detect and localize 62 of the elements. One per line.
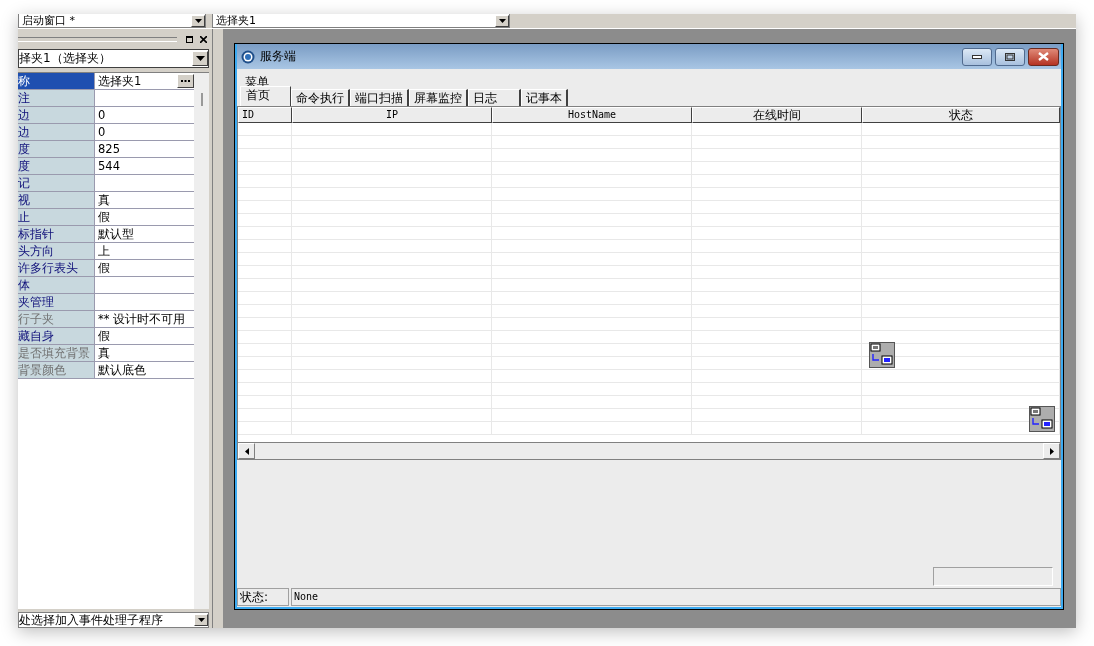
property-name[interactable]: 体 — [18, 277, 95, 293]
property-name[interactable]: 许多行表头 — [18, 260, 95, 276]
app-icon — [241, 49, 255, 64]
property-value[interactable]: 825 — [98, 141, 194, 157]
property-name[interactable]: 边 — [18, 107, 95, 123]
column-header[interactable]: ID — [238, 107, 292, 123]
property-name[interactable]: 夹管理 — [18, 294, 95, 310]
property-name[interactable]: 边 — [18, 124, 95, 140]
column-header[interactable]: 在线时间 — [692, 107, 862, 123]
tab[interactable]: 屏幕监控 — [409, 89, 468, 106]
column-header[interactable]: 状态 — [862, 107, 1060, 123]
maximize-icon — [1005, 52, 1015, 61]
property-name[interactable]: 藏自身 — [18, 328, 95, 344]
tab[interactable]: 日志 — [468, 89, 521, 106]
status-value: None — [291, 588, 1061, 606]
property-value[interactable]: 默认型 — [98, 226, 194, 242]
network-computers-icon — [869, 342, 895, 368]
window-title: 服务端 — [260, 48, 297, 65]
tab[interactable]: 记事本 — [521, 89, 568, 106]
property-value[interactable]: 假 — [98, 328, 194, 344]
close-icon — [1038, 52, 1049, 61]
column-header[interactable]: HostName — [492, 107, 692, 123]
scroll-right-icon[interactable] — [1043, 443, 1060, 459]
property-value[interactable]: 0 — [98, 107, 194, 123]
property-name[interactable]: 头方向 — [18, 243, 95, 259]
minimize-icon — [972, 54, 982, 59]
property-value[interactable]: 0 — [98, 124, 194, 140]
network-computers-icon — [1029, 406, 1055, 432]
input-field[interactable] — [933, 567, 1053, 586]
tab[interactable]: 命令执行 — [291, 89, 350, 106]
restore-button[interactable] — [183, 33, 196, 45]
tab[interactable]: 端口扫描 — [350, 89, 409, 106]
object-combo[interactable]: 择夹1（选择夹） — [18, 49, 210, 68]
minimize-button[interactable] — [962, 47, 992, 66]
property-name[interactable]: 度 — [18, 141, 95, 157]
status-label: 状态: — [237, 588, 289, 606]
window-combo[interactable]: 启动窗口 * — [18, 14, 206, 28]
property-value[interactable]: 544 — [98, 158, 194, 174]
property-name[interactable]: 记 — [18, 175, 95, 191]
property-value[interactable]: 假 — [98, 209, 194, 225]
property-value[interactable]: 假 — [98, 260, 194, 276]
maximize-button[interactable] — [995, 47, 1025, 66]
property-name[interactable]: 视 — [18, 192, 95, 208]
scroll-left-icon[interactable] — [238, 443, 255, 459]
property-value[interactable]: 选择夹1 — [98, 73, 177, 89]
property-value[interactable]: 上 — [98, 243, 194, 259]
property-name[interactable]: 度 — [18, 158, 95, 174]
property-value[interactable]: 真 — [98, 192, 194, 208]
property-name[interactable]: 止 — [18, 209, 95, 225]
property-name[interactable]: 注 — [18, 90, 95, 106]
property-name[interactable]: 标指针 — [18, 226, 95, 242]
close-button[interactable] — [1028, 47, 1059, 66]
tab[interactable]: 首页 — [240, 86, 291, 106]
column-header[interactable]: IP — [292, 107, 492, 123]
event-combo[interactable]: 处选择加入事件处理子程序 — [18, 612, 210, 628]
control-combo[interactable]: 选择夹1 — [212, 14, 510, 28]
ellipsis-button[interactable] — [177, 74, 194, 88]
dropdown-icon — [192, 51, 209, 66]
close-button[interactable] — [197, 33, 210, 45]
scrollbar[interactable] — [194, 73, 210, 609]
horizontal-scrollbar[interactable] — [238, 442, 1060, 459]
property-name[interactable]: 称 — [18, 73, 95, 89]
